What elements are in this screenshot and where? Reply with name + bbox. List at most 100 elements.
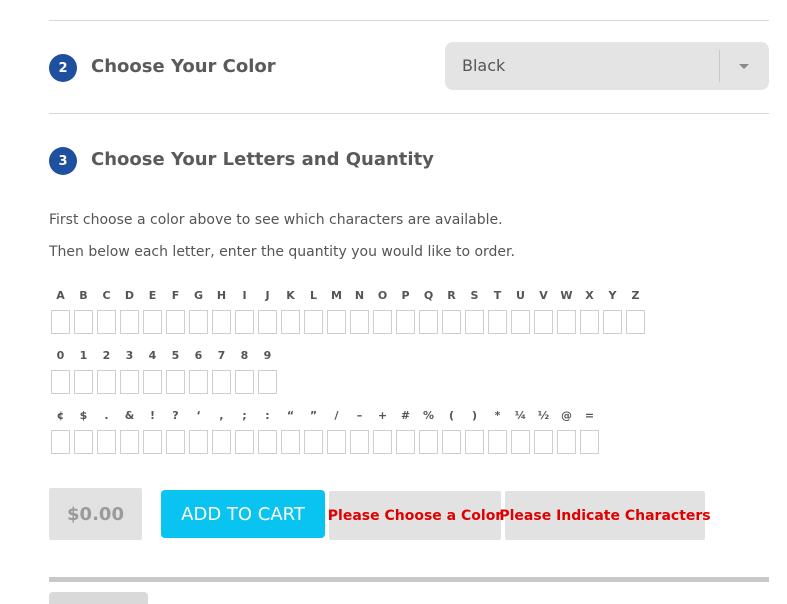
symbol-label: @ [561, 409, 572, 422]
symbol-quantity-input[interactable] [189, 430, 208, 454]
digit-quantity-input[interactable] [189, 370, 208, 394]
symbol-cell: – [348, 408, 371, 454]
symbol-quantity-input[interactable] [143, 430, 162, 454]
digit-quantity-input[interactable] [74, 370, 93, 394]
letter-quantity-input[interactable] [626, 310, 645, 334]
letter-quantity-input[interactable] [235, 310, 254, 334]
symbol-quantity-input[interactable] [166, 430, 185, 454]
letter-quantity-input[interactable] [580, 310, 599, 334]
digit-quantity-input[interactable] [120, 370, 139, 394]
symbol-quantity-input[interactable] [258, 430, 277, 454]
digit-quantity-input[interactable] [258, 370, 277, 394]
symbol-quantity-input[interactable] [373, 430, 392, 454]
choose-color-warning: Please Choose a Color [328, 491, 502, 540]
letter-cell: F [164, 288, 187, 334]
symbol-quantity-input[interactable] [396, 430, 415, 454]
letter-quantity-input[interactable] [281, 310, 300, 334]
symbol-quantity-input[interactable] [74, 430, 93, 454]
symbol-quantity-input[interactable] [327, 430, 346, 454]
letter-quantity-input[interactable] [442, 310, 461, 334]
digit-quantity-input[interactable] [97, 370, 116, 394]
symbol-cell: / [325, 408, 348, 454]
letter-quantity-input[interactable] [189, 310, 208, 334]
digit-label: 2 [102, 349, 111, 362]
letter-quantity-input[interactable] [212, 310, 231, 334]
symbol-quantity-input[interactable] [488, 430, 507, 454]
letter-cell: O [371, 288, 394, 334]
letter-quantity-input[interactable] [534, 310, 553, 334]
digit-cell: 2 [95, 348, 118, 394]
symbol-quantity-input[interactable] [580, 430, 599, 454]
symbol-quantity-input[interactable] [120, 430, 139, 454]
symbol-cell: # [394, 408, 417, 454]
letter-quantity-input[interactable] [120, 310, 139, 334]
letter-quantity-input[interactable] [258, 310, 277, 334]
letter-quantity-input[interactable] [465, 310, 484, 334]
digit-label: 6 [194, 349, 203, 362]
symbol-cell: ¼ [509, 408, 532, 454]
symbol-cell: ? [164, 408, 187, 454]
symbol-label: ? [172, 409, 179, 422]
symbol-quantity-input[interactable] [534, 430, 553, 454]
letter-quantity-input[interactable] [74, 310, 93, 334]
digit-quantity-input[interactable] [166, 370, 185, 394]
symbol-quantity-input[interactable] [235, 430, 254, 454]
add-to-cart-button[interactable]: ADD TO CART [161, 490, 325, 538]
letter-label: Q [423, 289, 434, 302]
color-select[interactable]: Black [445, 42, 769, 90]
digit-cell: 9 [256, 348, 279, 394]
symbol-cell: * [486, 408, 509, 454]
symbol-quantity-input[interactable] [511, 430, 530, 454]
symbol-quantity-input[interactable] [97, 430, 116, 454]
letter-quantity-input[interactable] [603, 310, 622, 334]
letter-cell: J [256, 288, 279, 334]
letter-quantity-input[interactable] [350, 310, 369, 334]
symbol-label: % [422, 409, 435, 422]
letter-cell: B [72, 288, 95, 334]
symbol-quantity-input[interactable] [465, 430, 484, 454]
letter-label: M [331, 289, 342, 302]
letter-cell: R [440, 288, 463, 334]
select-divider [719, 50, 720, 82]
symbol-quantity-input[interactable] [212, 430, 231, 454]
letter-label: T [493, 289, 502, 302]
color-select-value: Black [462, 56, 506, 75]
letter-quantity-input[interactable] [51, 310, 70, 334]
letter-quantity-input[interactable] [327, 310, 346, 334]
digit-quantity-input[interactable] [51, 370, 70, 394]
letter-quantity-input[interactable] [97, 310, 116, 334]
symbol-quantity-input[interactable] [557, 430, 576, 454]
letter-label: U [516, 289, 525, 302]
symbol-label: , [219, 409, 224, 422]
symbol-quantity-input[interactable] [442, 430, 461, 454]
letter-cell: H [210, 288, 233, 334]
letter-quantity-input[interactable] [419, 310, 438, 334]
digit-quantity-input[interactable] [143, 370, 162, 394]
digit-quantity-input[interactable] [212, 370, 231, 394]
letter-label: D [124, 289, 135, 302]
symbol-label: . [104, 409, 109, 422]
letter-label: K [286, 289, 295, 302]
letter-quantity-input[interactable] [488, 310, 507, 334]
symbol-quantity-input[interactable] [304, 430, 323, 454]
letter-quantity-input[interactable] [511, 310, 530, 334]
digit-quantity-input[interactable] [235, 370, 254, 394]
digit-cell: 1 [72, 348, 95, 394]
digit-cell: 6 [187, 348, 210, 394]
letter-quantity-input[interactable] [143, 310, 162, 334]
letter-quantity-input[interactable] [304, 310, 323, 334]
digit-cell: 8 [233, 348, 256, 394]
letter-quantity-input[interactable] [373, 310, 392, 334]
symbol-cell: ; [233, 408, 256, 454]
symbol-quantity-input[interactable] [51, 430, 70, 454]
letter-quantity-input[interactable] [557, 310, 576, 334]
letter-label: X [585, 289, 594, 302]
symbol-label: ) [471, 409, 478, 422]
digit-cell: 7 [210, 348, 233, 394]
letter-quantity-input[interactable] [396, 310, 415, 334]
letter-cell: P [394, 288, 417, 334]
letter-quantity-input[interactable] [166, 310, 185, 334]
symbol-quantity-input[interactable] [419, 430, 438, 454]
symbol-quantity-input[interactable] [281, 430, 300, 454]
symbol-quantity-input[interactable] [350, 430, 369, 454]
